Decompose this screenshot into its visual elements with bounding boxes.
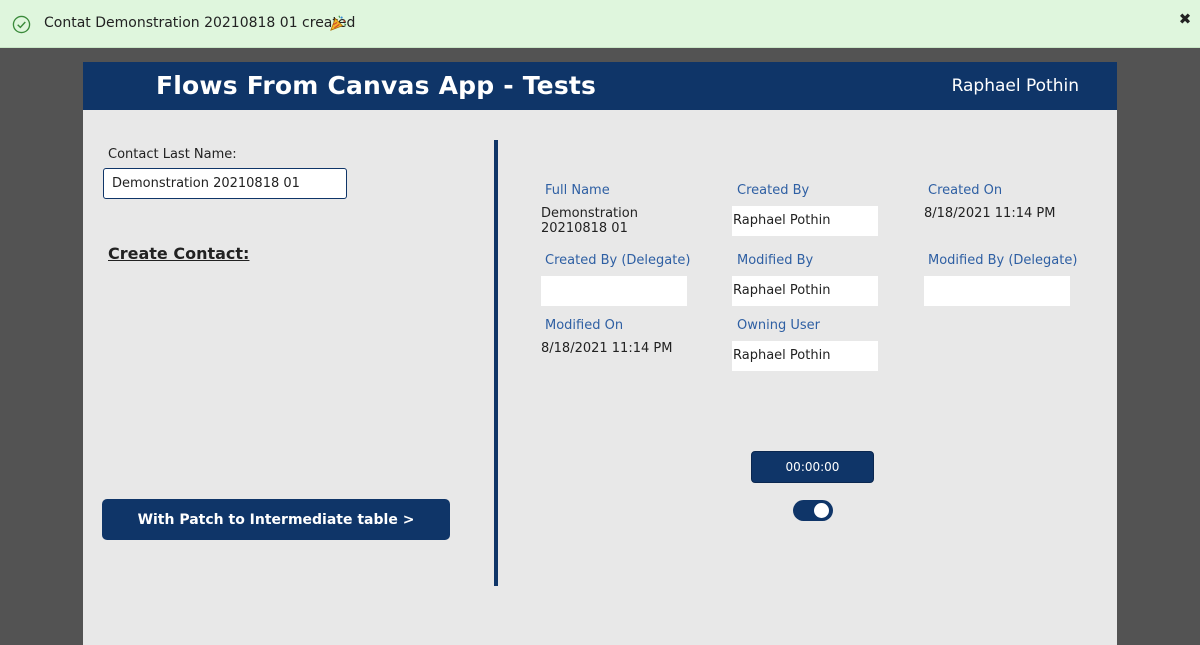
created-by-delegate-field	[541, 276, 687, 306]
modified-by-label: Modified By	[737, 253, 814, 268]
create-contact-label: Create Contact:	[108, 244, 250, 263]
user-name: Raphael Pothin	[951, 76, 1079, 96]
timer-button[interactable]: 00:00:00	[751, 451, 874, 483]
close-icon[interactable]: ✖	[1176, 10, 1194, 28]
created-on-label: Created On	[928, 183, 1003, 198]
owning-user-label: Owning User	[737, 318, 820, 333]
modified-on-value: 8/18/2021 11:14 PM	[541, 341, 673, 356]
notification-banner: Contat Demonstration 20210818 01 created…	[0, 0, 1200, 48]
created-by-label: Created By	[737, 183, 810, 198]
app-title: Flows From Canvas App - Tests	[156, 71, 597, 100]
modified-on-label: Modified On	[545, 318, 624, 333]
owning-user-field: Raphael Pothin	[732, 341, 878, 371]
toggle-switch[interactable]	[793, 500, 833, 521]
modified-by-delegate-field	[924, 276, 1070, 306]
last-name-label: Contact Last Name:	[108, 147, 237, 162]
full-name-value: Demonstration 20210818 01	[541, 206, 638, 236]
canvas-app: Flows From Canvas App - Tests Raphael Po…	[83, 62, 1117, 645]
check-circle-icon	[12, 15, 31, 34]
toggle-knob	[814, 503, 829, 518]
vertical-divider	[494, 140, 498, 586]
created-by-field: Raphael Pothin	[732, 206, 878, 236]
party-popper-icon	[330, 15, 347, 31]
app-header: Flows From Canvas App - Tests Raphael Po…	[83, 62, 1117, 110]
created-by-delegate-label: Created By (Delegate)	[545, 253, 691, 268]
modified-by-delegate-label: Modified By (Delegate)	[928, 253, 1078, 268]
modified-by-field: Raphael Pothin	[732, 276, 878, 306]
patch-intermediate-button[interactable]: With Patch to Intermediate table >	[102, 499, 450, 540]
full-name-label: Full Name	[545, 183, 610, 198]
notification-message: Contat Demonstration 20210818 01 created	[44, 15, 356, 31]
last-name-input[interactable]	[103, 168, 347, 199]
created-on-value: 8/18/2021 11:14 PM	[924, 206, 1056, 221]
